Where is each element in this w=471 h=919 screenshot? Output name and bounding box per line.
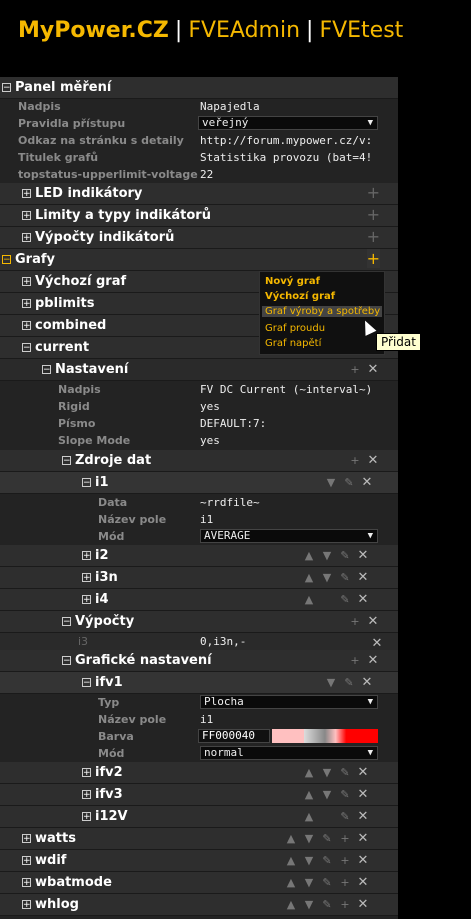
tooltip: Přidat bbox=[376, 333, 421, 351]
expand-icon: + bbox=[22, 211, 31, 221]
graph-watts[interactable]: + watts ▲ ▼ ✎ + ✕ bbox=[0, 828, 398, 850]
source-i2[interactable]: + i2 ▲ ▼ ✎ ✕ bbox=[0, 545, 398, 567]
graph-nadpis-field[interactable]: FV DC Current (~interval~) bbox=[200, 383, 380, 396]
section-zdroje[interactable]: − Zdroje dat + ✕ bbox=[0, 450, 398, 472]
menu-item-voltage[interactable]: Graf napětí bbox=[265, 338, 321, 349]
graph-whlog[interactable]: + whlog ▲ ▼ ✎ + ✕ bbox=[0, 894, 398, 916]
menu-item-current[interactable]: Graf proudu bbox=[265, 323, 325, 334]
app-fveadmin[interactable]: FVEAdmin bbox=[188, 18, 300, 43]
font-field[interactable]: DEFAULT:7: bbox=[200, 417, 266, 430]
add-graph-icon[interactable]: + bbox=[366, 249, 380, 268]
brand-name[interactable]: MyPower.CZ bbox=[18, 18, 169, 43]
add-icon[interactable]: + bbox=[367, 183, 380, 202]
add-icon[interactable]: + bbox=[346, 363, 364, 376]
move-down-icon[interactable]: ▼ bbox=[322, 476, 340, 489]
field-name[interactable]: i1 bbox=[200, 513, 213, 526]
edit-icon[interactable]: ✎ bbox=[340, 476, 358, 489]
color-preview[interactable] bbox=[272, 729, 378, 743]
access-select[interactable]: veřejný ▼ bbox=[198, 116, 378, 130]
graph-ifv3[interactable]: + ifv3 ▲ ▼ ✎ ✕ bbox=[0, 784, 398, 806]
section-nastaveni[interactable]: − Nastavení + ✕ bbox=[0, 359, 398, 381]
section-vypocty2[interactable]: − Výpočty + ✕ bbox=[0, 611, 398, 633]
section-graficke[interactable]: − Grafické nastavení + ✕ bbox=[0, 650, 398, 672]
menu-item-new[interactable]: Nový graf bbox=[265, 276, 320, 287]
section-limity[interactable]: + Limity a typy indikátorů + bbox=[0, 205, 398, 227]
close-icon[interactable]: ✕ bbox=[364, 614, 382, 629]
graph-ifv1[interactable]: − ifv1 ▼ ✎ ✕ bbox=[0, 672, 398, 694]
expand-icon: + bbox=[22, 233, 31, 243]
prop-row: Odkaz na stránku s detaily http://forum.m… bbox=[0, 132, 398, 149]
prop-row: topstatus-upperlimit-voltage 22 bbox=[18, 168, 214, 181]
voltage-field[interactable]: 22 bbox=[200, 168, 213, 181]
nadpis-value[interactable]: Napajedla bbox=[200, 100, 260, 113]
graph-wbatmode[interactable]: + wbatmode ▲ ▼ ✎ + ✕ bbox=[0, 872, 398, 894]
mode-select[interactable]: AVERAGE ▼ bbox=[200, 529, 378, 543]
draw-mode-select[interactable]: normal ▼ bbox=[200, 746, 378, 760]
collapse-icon[interactable]: − bbox=[2, 83, 11, 93]
section-vypocty[interactable]: + Výpočty indikátorů + bbox=[0, 227, 398, 249]
edit-icon[interactable]: ✎ bbox=[336, 549, 354, 562]
settings-tree: − Panel měření Nadpis Napajedla Pravidla … bbox=[0, 77, 398, 919]
add-graph-menu: Nový graf Výchozí graf Graf výroby a spo… bbox=[259, 271, 385, 355]
add-icon[interactable]: + bbox=[367, 227, 380, 246]
source-i3n[interactable]: + i3n ▲ ▼ ✎ ✕ bbox=[0, 567, 398, 589]
app-header: MyPower.CZ | FVEAdmin | FVEtest bbox=[0, 0, 471, 76]
add-icon[interactable]: + bbox=[367, 205, 380, 224]
source-i4[interactable]: + i4 ▲ ✎ ✕ bbox=[0, 589, 398, 611]
close-icon[interactable]: ✕ bbox=[354, 548, 372, 563]
prop-row: Nadpis Napajedla bbox=[18, 100, 260, 113]
type-select[interactable]: Plocha ▼ bbox=[200, 695, 378, 709]
prop-row: Titulek grafů Statistika provozu (bat=4! bbox=[0, 149, 398, 166]
field-name[interactable]: i1 bbox=[200, 713, 213, 726]
header-title: MyPower.CZ | FVEAdmin | FVEtest bbox=[18, 18, 404, 43]
close-icon[interactable]: ✕ bbox=[358, 475, 376, 490]
graph-wdif[interactable]: + wdif ▲ ▼ ✎ + ✕ bbox=[0, 850, 398, 872]
collapse-icon: − bbox=[2, 255, 11, 265]
graph-title-field[interactable]: Statistika provozu (bat=4! bbox=[200, 151, 380, 164]
expand-icon: + bbox=[22, 189, 31, 199]
color-input[interactable]: FF000040 bbox=[198, 729, 270, 743]
close-icon[interactable]: ✕ bbox=[364, 362, 382, 377]
graph-ifv2[interactable]: + ifv2 ▲ ▼ ✎ ✕ bbox=[0, 762, 398, 784]
section-grafy[interactable]: − Grafy + bbox=[0, 249, 398, 271]
menu-item-production[interactable]: Graf výroby a spotřeby bbox=[262, 306, 382, 317]
close-icon[interactable]: ✕ bbox=[368, 636, 386, 651]
prop-row: Pravidla přístupu veřejný ▼ bbox=[0, 115, 398, 132]
dropdown-arrow-icon: ▼ bbox=[367, 118, 373, 128]
rigid-field[interactable]: yes bbox=[200, 400, 220, 413]
data-field[interactable]: ~rrdfile~ bbox=[200, 496, 260, 509]
section-led[interactable]: + LED indikátory + bbox=[0, 183, 398, 205]
source-i1[interactable]: − i1 ▼ ✎ ✕ bbox=[0, 472, 398, 494]
close-icon[interactable]: ✕ bbox=[364, 453, 382, 468]
graph-i12v[interactable]: + i12V ▲ ✎ ✕ bbox=[0, 806, 398, 828]
detail-link-field[interactable]: http://forum.mypower.cz/v: bbox=[200, 134, 380, 147]
section-panel-mereni[interactable]: − Panel měření bbox=[0, 77, 398, 99]
move-down-icon[interactable]: ▼ bbox=[318, 549, 336, 562]
app-fvetest[interactable]: FVEtest bbox=[319, 18, 403, 43]
close-icon[interactable]: ✕ bbox=[364, 653, 382, 668]
slope-field[interactable]: yes bbox=[200, 434, 220, 447]
menu-item-default[interactable]: Výchozí graf bbox=[265, 291, 335, 302]
calc-row: i3 0,i3n,- ✕ bbox=[0, 633, 398, 651]
calc-value[interactable]: 0,i3n,- bbox=[200, 635, 246, 648]
move-up-icon[interactable]: ▲ bbox=[300, 549, 318, 562]
